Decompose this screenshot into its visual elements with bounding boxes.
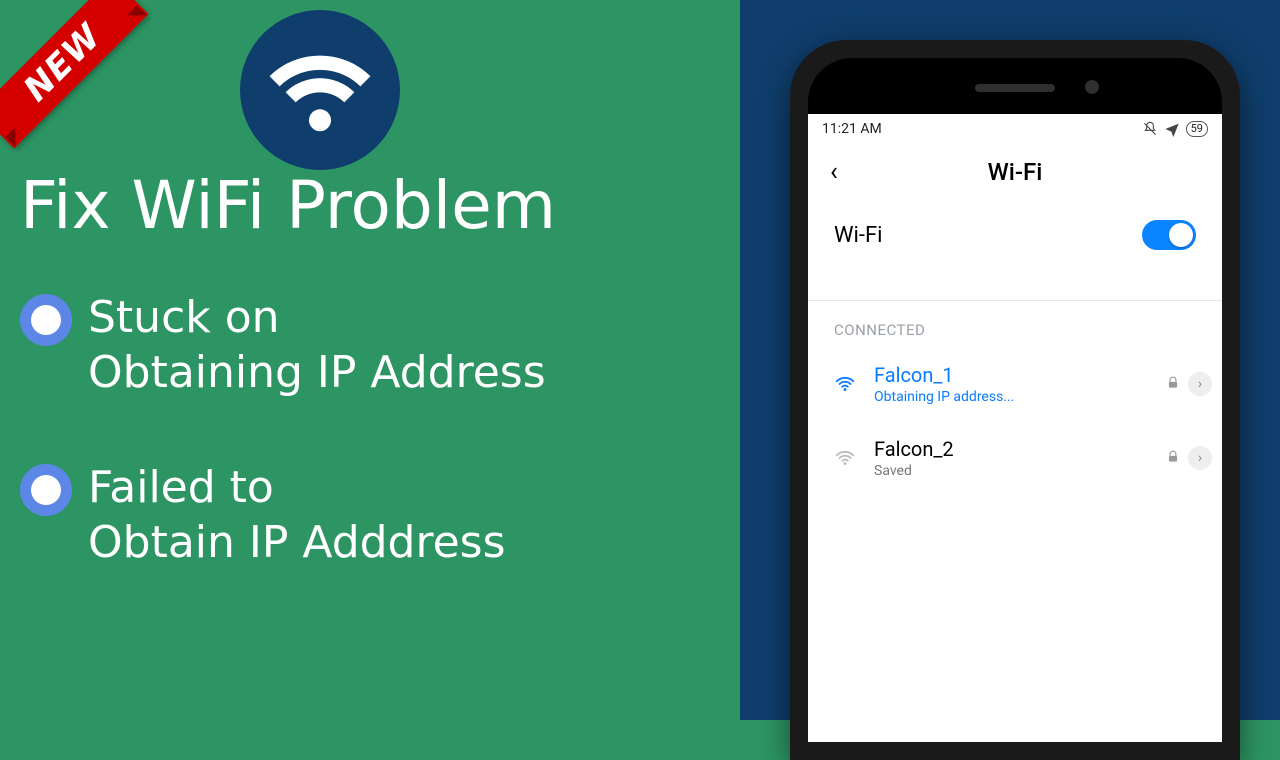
bullet-line1: Failed to [88,462,274,513]
bullet-item: Failed to Obtain IP Adddress [20,460,720,570]
silent-icon [1142,121,1158,137]
check-icon [20,294,72,346]
wifi-toggle[interactable] [1142,220,1196,250]
wifi-toggle-row[interactable]: Wi-Fi [808,200,1222,270]
section-label: CONNECTED [808,301,1222,347]
new-badge: NEW [0,0,189,189]
wifi-signal-icon [828,373,862,395]
network-name: Falcon_1 [874,363,1166,387]
network-name: Falcon_2 [874,437,1166,461]
bullet-line2: Obtaining IP Address [88,347,546,398]
airplane-icon [1164,121,1180,137]
status-time: 11:21 AM [822,121,882,137]
phone-device: 11:21 AM 59 ‹ Wi-Fi Wi-Fi CONNECTED [790,40,1240,760]
lock-icon [1166,375,1180,394]
app-header: ‹ Wi-Fi [808,144,1222,200]
page-title: Wi-Fi [808,158,1222,186]
new-badge-text: NEW [0,0,148,148]
network-status: Saved [874,463,1166,479]
wifi-toggle-label: Wi-Fi [834,223,882,248]
main-title: Fix WiFi Problem [20,170,556,243]
network-item[interactable]: Falcon_1 Obtaining IP address... › [808,347,1222,421]
status-bar: 11:21 AM 59 [808,114,1222,144]
network-status: Obtaining IP address... [874,389,1166,405]
check-icon [20,464,72,516]
detail-button[interactable]: › [1188,446,1212,470]
detail-button[interactable]: › [1188,372,1212,396]
bullet-item: Stuck on Obtaining IP Address [20,290,720,400]
battery-indicator: 59 [1186,121,1208,137]
wifi-signal-icon [828,447,862,469]
lock-icon [1166,449,1180,468]
bullet-line1: Stuck on [88,292,280,343]
bullet-line2: Obtain IP Adddress [88,517,506,568]
network-item[interactable]: Falcon_2 Saved › [808,421,1222,495]
wifi-icon [240,10,400,170]
